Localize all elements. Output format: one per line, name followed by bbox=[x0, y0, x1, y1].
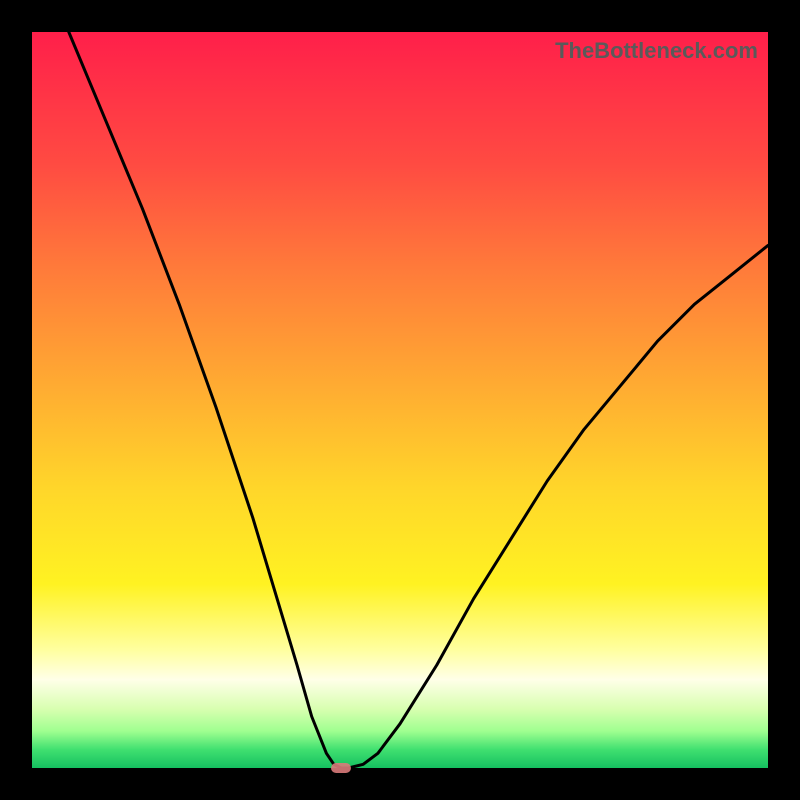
optimal-point-marker bbox=[331, 763, 351, 773]
chart-frame: TheBottleneck.com bbox=[0, 0, 800, 800]
bottleneck-curve bbox=[32, 32, 768, 768]
plot-area: TheBottleneck.com bbox=[32, 32, 768, 768]
